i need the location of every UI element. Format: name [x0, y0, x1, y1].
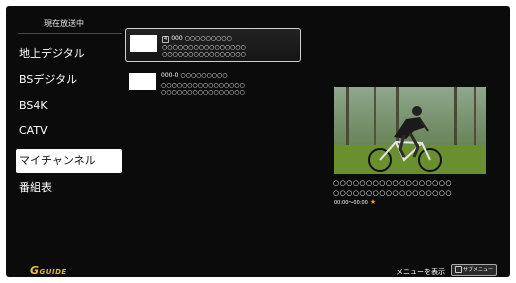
- channel-row[interactable]: 4 000 ○○○○○○○○○ ○○○○○○○○○○○○○○○○ ○○○○○○○○…: [125, 28, 301, 62]
- channel-number: 000-0: [161, 72, 179, 79]
- program-name-line2: ○○○○○○○○○○○○○○○○: [162, 51, 246, 58]
- program-time-text: 00:00〜00:00: [334, 200, 368, 206]
- channel-name: ○○○○○○○○○: [180, 72, 228, 79]
- program-name-line1: ○○○○○○○○○○○○○○○○: [161, 82, 245, 89]
- channel-header: 4 000 ○○○○○○○○○: [162, 35, 232, 43]
- sub-menu-key-icon: [454, 266, 462, 273]
- sub-menu-button[interactable]: サブメニュー: [451, 264, 497, 276]
- program-title-line1: ○○○○○○○○○○○○○○○○○○: [333, 179, 452, 187]
- program-name-line2: ○○○○○○○○○○○○○○○○: [161, 89, 245, 96]
- program-name-line1: ○○○○○○○○○○○○○○○○: [162, 44, 246, 51]
- gguide-logo-text: GUIDE: [39, 268, 67, 276]
- program-title: ○○○○○○○○○○○○○○○○○○ ○○○○○○○○○○○○○○○○○○: [333, 178, 483, 198]
- sidebar-item-program-guide[interactable]: 番組表: [16, 176, 122, 200]
- program-title-line2: ○○○○○○○○○○○○○○○○○○: [333, 189, 452, 197]
- channel-header: 000-0 ○○○○○○○○○: [161, 72, 227, 79]
- channel-row[interactable]: 000-0 ○○○○○○○○○ ○○○○○○○○○○○○○○○○ ○○○○○○○…: [125, 68, 301, 102]
- gguide-logo: GGUIDE: [30, 264, 67, 277]
- sidebar-item-bs4k[interactable]: BS4K: [16, 94, 122, 118]
- sidebar-item-my-channel[interactable]: マイチャンネル: [16, 149, 122, 173]
- g-logo-icon: G: [30, 264, 40, 277]
- channel-logo: [130, 35, 157, 52]
- sidebar-item-terrestrial[interactable]: 地上デジタル: [16, 42, 122, 66]
- channel-logo: [129, 73, 156, 90]
- now-airing-label: 現在放送中: [44, 19, 84, 28]
- channel-number: 000: [171, 35, 183, 42]
- menu-hint: メニューを表示: [396, 268, 445, 276]
- program-time: 00:00〜00:00 ★: [334, 198, 376, 206]
- 4k-badge: 4: [162, 36, 170, 43]
- sidebar-item-catv[interactable]: CATV: [16, 119, 122, 143]
- header-divider: [18, 33, 122, 34]
- star-icon: ★: [369, 198, 377, 206]
- preview-video: [334, 87, 486, 174]
- sub-menu-label: サブメニュー: [462, 267, 493, 273]
- sidebar-item-bs-digital[interactable]: BSデジタル: [16, 68, 122, 92]
- cyclist-image: [334, 87, 486, 174]
- channel-name: ○○○○○○○○○: [184, 35, 232, 42]
- tv-screen: 現在放送中 地上デジタル BSデジタル BS4K CATV マイチャンネル 番組…: [6, 6, 510, 277]
